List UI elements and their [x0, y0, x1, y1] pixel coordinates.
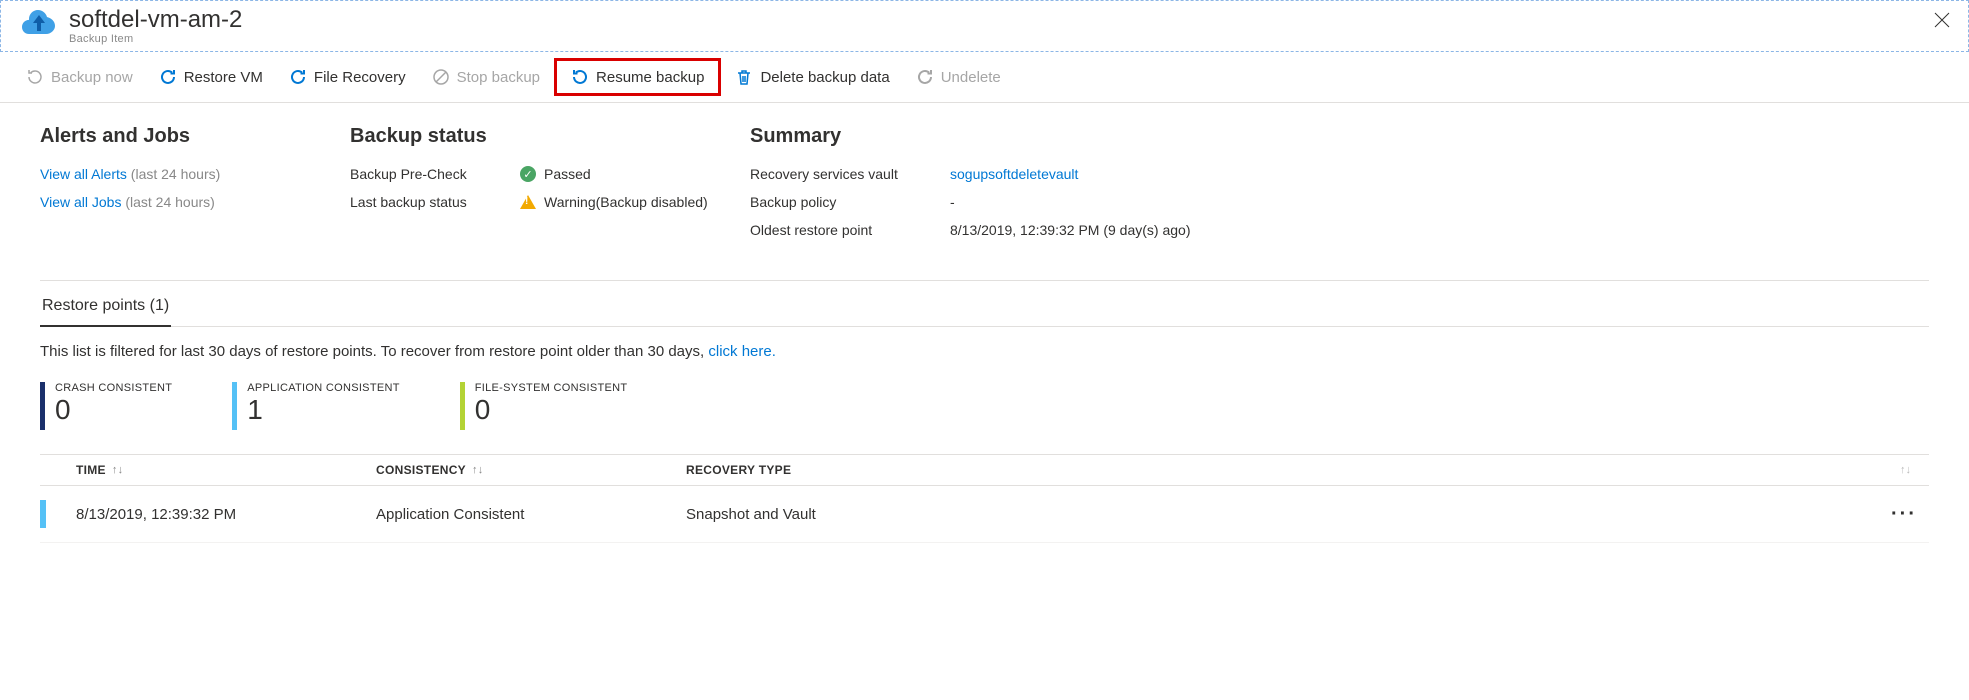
app-value: 1: [247, 396, 399, 424]
crash-value: 0: [55, 396, 172, 424]
last-status-value: Warning(Backup disabled): [544, 194, 708, 210]
vault-label: Recovery services vault: [750, 166, 950, 182]
delete-backup-data-label: Delete backup data: [760, 69, 889, 86]
precheck-label: Backup Pre-Check: [350, 166, 520, 182]
click-here-link[interactable]: click here.: [708, 343, 776, 360]
undo-icon: [289, 68, 307, 86]
page-header: softdel-vm-am-2 Backup Item: [0, 0, 1969, 52]
file-recovery-button[interactable]: File Recovery: [277, 62, 418, 92]
col-time[interactable]: TIME ↑↓: [76, 463, 376, 477]
refresh-icon: [571, 68, 589, 86]
close-icon[interactable]: [1934, 11, 1950, 34]
precheck-value: Passed: [544, 166, 591, 182]
undo-icon: [916, 68, 934, 86]
application-consistent-counter: APPLICATION CONSISTENT 1: [232, 382, 399, 430]
resume-backup-label: Resume backup: [596, 69, 704, 86]
backup-item-icon: [19, 7, 59, 39]
view-alerts-suffix: (last 24 hours): [131, 166, 220, 182]
summary-heading: Summary: [750, 125, 1310, 148]
undelete-button: Undelete: [904, 62, 1013, 92]
app-label: APPLICATION CONSISTENT: [247, 382, 399, 394]
sort-icon: ↑↓: [112, 464, 124, 476]
alerts-heading: Alerts and Jobs: [40, 125, 350, 148]
policy-label: Backup policy: [750, 194, 950, 210]
bar-indicator: [232, 382, 237, 430]
toolbar: Backup now Restore VM File Recovery Stop…: [0, 52, 1969, 103]
filter-text-body: This list is filtered for last 30 days o…: [40, 343, 708, 360]
view-jobs-suffix: (last 24 hours): [125, 194, 214, 210]
crash-consistent-counter: CRASH CONSISTENT 0: [40, 382, 172, 430]
file-recovery-label: File Recovery: [314, 69, 406, 86]
tab-restore-points[interactable]: Restore points (1): [40, 287, 171, 327]
col-consistency[interactable]: CONSISTENCY ↑↓: [376, 463, 686, 477]
bar-indicator: [460, 382, 465, 430]
resume-backup-highlight: Resume backup: [554, 58, 721, 96]
backup-now-button: Backup now: [14, 62, 145, 92]
trash-icon: [735, 68, 753, 86]
alerts-section: Alerts and Jobs View all Alerts (last 24…: [40, 125, 350, 250]
crash-label: CRASH CONSISTENT: [55, 382, 172, 394]
fs-value: 0: [475, 396, 628, 424]
restore-vm-label: Restore VM: [184, 69, 263, 86]
fs-label: FILE-SYSTEM CONSISTENT: [475, 382, 628, 394]
summary-section: Summary Recovery services vault sogupsof…: [750, 125, 1310, 250]
check-circle-icon: ✓: [520, 166, 536, 182]
undelete-label: Undelete: [941, 69, 1001, 86]
sort-icon: ↑↓: [1900, 464, 1911, 476]
prohibit-icon: [432, 68, 450, 86]
restore-points-table: TIME ↑↓ CONSISTENCY ↑↓ RECOVERY TYPE ↑↓ …: [40, 454, 1929, 543]
file-system-consistent-counter: FILE-SYSTEM CONSISTENT 0: [460, 382, 628, 430]
stop-backup-button: Stop backup: [420, 62, 552, 92]
resume-backup-button[interactable]: Resume backup: [559, 62, 716, 92]
backup-now-label: Backup now: [51, 69, 133, 86]
cell-recovery: Snapshot and Vault: [686, 506, 1929, 523]
row-more-icon[interactable]: ···: [1891, 503, 1917, 526]
vault-link[interactable]: sogupsoftdeletevault: [950, 166, 1078, 182]
view-alerts-link[interactable]: View all Alerts: [40, 166, 127, 182]
cell-consistency: Application Consistent: [376, 506, 686, 523]
policy-value: -: [950, 194, 955, 210]
last-status-label: Last backup status: [350, 194, 520, 210]
undo-icon: [159, 68, 177, 86]
status-heading: Backup status: [350, 125, 750, 148]
consistency-counters: CRASH CONSISTENT 0 APPLICATION CONSISTEN…: [40, 382, 1929, 430]
oldest-value: 8/13/2019, 12:39:32 PM (9 day(s) ago): [950, 222, 1190, 238]
row-indicator: [40, 500, 46, 528]
oldest-label: Oldest restore point: [750, 222, 950, 238]
backup-now-icon: [26, 68, 44, 86]
cell-time: 8/13/2019, 12:39:32 PM: [76, 506, 376, 523]
view-jobs-link[interactable]: View all Jobs: [40, 194, 121, 210]
backup-status-section: Backup status Backup Pre-Check ✓ Passed …: [350, 125, 750, 250]
page-title: softdel-vm-am-2: [69, 7, 242, 33]
col-recovery[interactable]: RECOVERY TYPE: [686, 463, 1929, 477]
delete-backup-data-button[interactable]: Delete backup data: [723, 62, 901, 92]
warning-triangle-icon: [520, 195, 536, 209]
table-row[interactable]: 8/13/2019, 12:39:32 PM Application Consi…: [40, 486, 1929, 543]
tabs: Restore points (1): [40, 287, 1929, 327]
page-subtitle: Backup Item: [69, 33, 242, 45]
sort-icon: ↑↓: [472, 464, 484, 476]
restore-vm-button[interactable]: Restore VM: [147, 62, 275, 92]
bar-indicator: [40, 382, 45, 430]
stop-backup-label: Stop backup: [457, 69, 540, 86]
filter-text: This list is filtered for last 30 days o…: [40, 327, 1929, 382]
